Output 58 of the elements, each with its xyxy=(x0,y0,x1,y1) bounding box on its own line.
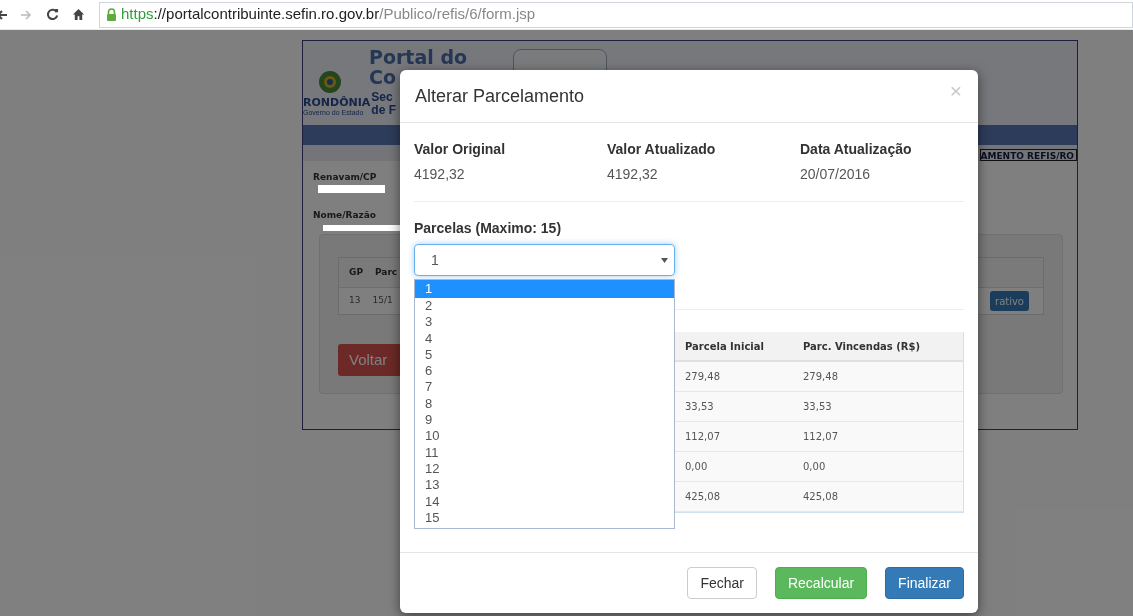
table-cell-text: 33,53 xyxy=(802,400,832,414)
table-cell-text: 0,00 xyxy=(802,460,826,474)
dialog-button[interactable]: Finalizar xyxy=(885,567,964,599)
option-item[interactable]: 14 xyxy=(415,493,674,510)
summary-label: Valor Original xyxy=(414,140,507,159)
option-item[interactable]: 7 xyxy=(415,379,674,396)
option-item[interactable]: 4 xyxy=(415,330,674,347)
home-icon[interactable] xyxy=(72,8,85,21)
summary-value: 4192,32 xyxy=(607,165,659,184)
option-item[interactable]: 9 xyxy=(415,412,674,429)
url-text: https://portalcontribuinte.sefin.ro.gov.br/Publico/refis/6/form.jsp xyxy=(121,4,536,25)
logo-title: Co xyxy=(369,67,397,87)
table-cell-text: 0,00 xyxy=(684,460,709,474)
column-header: Parcela Inicial xyxy=(684,339,765,354)
option-item[interactable]: 10 xyxy=(415,428,674,445)
back-arrow-icon[interactable] xyxy=(0,8,8,21)
field-label: Renavam/CP xyxy=(313,171,377,184)
summary-label: Valor Atualizado xyxy=(607,140,717,159)
redaction-bar xyxy=(318,185,385,193)
table-cell-text: 425,08 xyxy=(802,490,838,504)
installments-select[interactable]: 1 xyxy=(414,244,675,276)
dialog-button[interactable]: Fechar xyxy=(687,567,757,599)
modal-title: Alterar Parcelamento xyxy=(415,84,585,108)
summary-label: Data Atualização xyxy=(800,140,913,159)
logo-department: Sec xyxy=(371,91,393,104)
table-cell-text: 279,48 xyxy=(802,370,838,384)
logo-title: Portal do xyxy=(369,47,468,67)
summary-value: 4192,32 xyxy=(414,165,466,184)
reload-icon[interactable] xyxy=(46,8,59,21)
option-item[interactable]: 12 xyxy=(415,460,674,478)
table-cell-text: 112,07 xyxy=(684,430,721,444)
option-item[interactable]: 8 xyxy=(415,395,674,413)
column-header: Parc. Vincendas (R$) xyxy=(802,339,921,354)
option-item[interactable]: 3 xyxy=(415,314,674,331)
logo-state: RONDÔNIA xyxy=(303,97,371,108)
coat-of-arms-icon xyxy=(317,69,343,95)
option-item[interactable]: 2 xyxy=(415,298,674,315)
field-label: Nome/Razão xyxy=(313,208,376,222)
option-item[interactable]: 5 xyxy=(415,346,674,364)
address-bar[interactable]: https://portalcontribuinte.sefin.ro.gov.br/Publico/refis/6/form.jsp xyxy=(99,1,1133,28)
column-header: GP xyxy=(348,265,363,279)
logo-department: de F xyxy=(371,104,396,117)
column-header: Parc xyxy=(374,265,398,279)
summary-value: 20/07/2016 xyxy=(800,165,872,184)
table-cell-text: 15/1 xyxy=(371,294,393,308)
table-cell-text: 33,53 xyxy=(684,400,715,414)
table-cell-text: 425,08 xyxy=(684,490,721,504)
field-label: Parcelas (Maximo: 15) xyxy=(414,219,562,238)
menu-link[interactable]: AMENTO REFIS/RO xyxy=(979,149,1077,161)
table-cell-text: 112,07 xyxy=(802,430,838,444)
table-cell-text: 279,48 xyxy=(684,370,721,384)
option-item[interactable]: 13 xyxy=(415,477,674,494)
table-cell-text: 13 xyxy=(348,294,361,308)
lock-icon xyxy=(106,8,117,21)
option-item[interactable]: 15 xyxy=(415,509,674,527)
caret-icon xyxy=(661,257,668,263)
option-item[interactable]: 11 xyxy=(415,444,674,461)
option-item[interactable]: 6 xyxy=(415,363,674,380)
